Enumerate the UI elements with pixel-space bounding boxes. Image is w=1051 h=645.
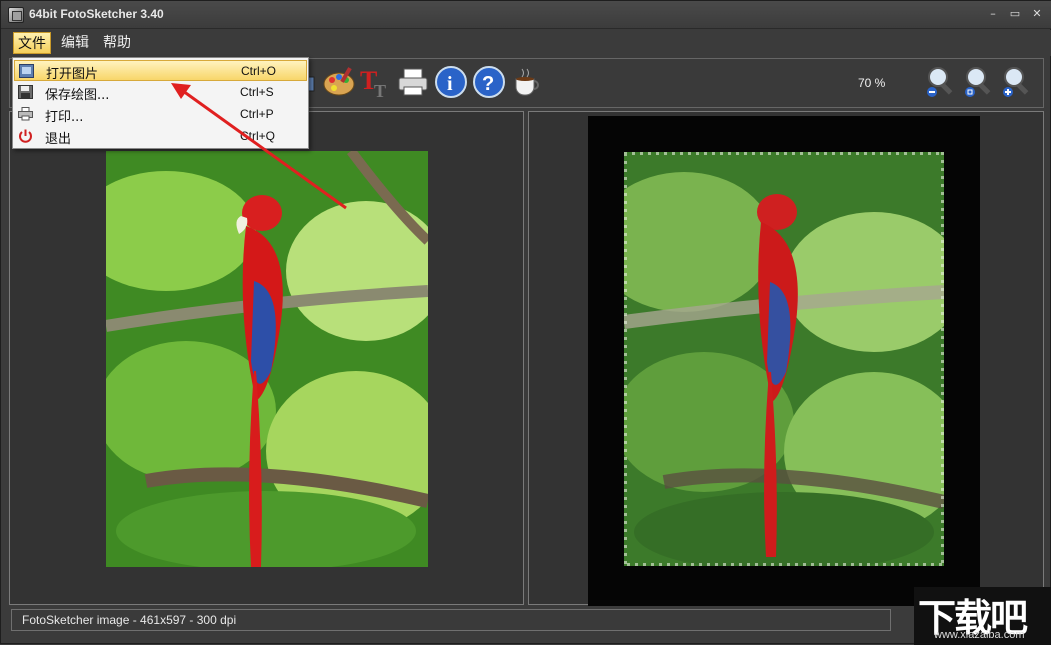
floppy-disk-icon: [18, 85, 33, 99]
power-icon: [19, 129, 32, 143]
menu-file[interactable]: 文件: [13, 32, 51, 54]
info-icon[interactable]: i: [434, 65, 468, 99]
close-button[interactable]: ✕: [1027, 6, 1047, 22]
printer-icon[interactable]: [396, 65, 430, 99]
window-title: 64bit FotoSketcher 3.40: [29, 7, 164, 21]
app-icon[interactable]: [8, 7, 24, 23]
menu-item-label: 保存绘图...: [45, 88, 110, 103]
sketch-parrot-painting: [624, 152, 944, 566]
menu-item-shortcut: Ctrl+O: [241, 64, 277, 78]
menu-item-print[interactable]: 打印... Ctrl+P: [14, 104, 307, 125]
zoom-in-icon[interactable]: [1000, 65, 1034, 99]
status-bar: FotoSketcher image - 461x597 - 300 dpi: [11, 609, 891, 631]
title-bar: 64bit FotoSketcher 3.40 – ▭ ✕: [1, 1, 1051, 29]
menu-item-label: 退出: [45, 132, 72, 147]
menu-item-exit[interactable]: 退出 Ctrl+Q: [14, 126, 307, 147]
text-tool-icon[interactable]: T T: [358, 65, 392, 99]
help-icon[interactable]: ?: [472, 65, 506, 99]
app-window: 64bit FotoSketcher 3.40 – ▭ ✕ 文件 编辑 帮助 T…: [0, 0, 1051, 645]
svg-text:i: i: [447, 73, 453, 95]
open-image-icon: [19, 64, 34, 78]
menu-item-save-drawing[interactable]: 保存绘图... Ctrl+S: [14, 82, 307, 103]
zoom-fit-icon[interactable]: [962, 65, 996, 99]
menu-item-open-image[interactable]: 打开图片 Ctrl+O: [14, 60, 307, 82]
svg-text:T: T: [374, 81, 386, 99]
menu-edit[interactable]: 编辑: [57, 32, 93, 54]
original-image-pane: [9, 111, 524, 605]
coffee-cup-icon[interactable]: [510, 65, 544, 99]
menu-bar: 文件 编辑 帮助: [1, 30, 1051, 56]
zoom-level: 70 %: [858, 76, 886, 90]
sketch-result-pane: [528, 111, 1044, 606]
menu-help[interactable]: 帮助: [99, 32, 135, 54]
file-menu-dropdown: 打开图片 Ctrl+O 保存绘图... Ctrl+S 打印... Ctrl+P: [12, 57, 309, 149]
watermark: 下载吧 www.xiazaiba.com: [914, 587, 1051, 645]
menu-item-label: 打开图片: [46, 67, 99, 82]
minimize-button[interactable]: –: [983, 6, 1003, 22]
menu-item-label: 打印...: [45, 110, 84, 125]
maximize-button[interactable]: ▭: [1005, 6, 1025, 22]
printer-icon: [18, 107, 33, 121]
menu-item-shortcut: Ctrl+S: [240, 85, 274, 99]
palette-icon[interactable]: [322, 65, 356, 99]
watermark-url: www.xiazaiba.com: [934, 629, 1025, 641]
menu-item-shortcut: Ctrl+Q: [240, 129, 276, 143]
original-parrot-photo: [106, 151, 428, 567]
menu-item-shortcut: Ctrl+P: [240, 107, 274, 121]
svg-text:?: ?: [482, 73, 494, 95]
zoom-out-icon[interactable]: [924, 65, 958, 99]
